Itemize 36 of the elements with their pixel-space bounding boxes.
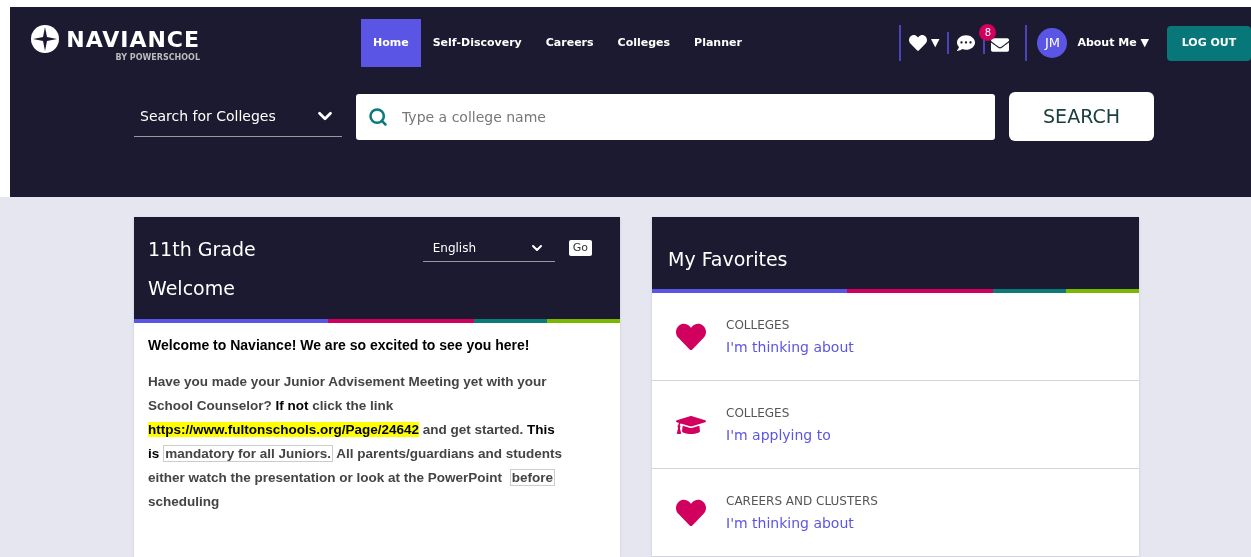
- search-icon: [368, 106, 388, 127]
- favorite-link[interactable]: I'm thinking about: [726, 512, 878, 534]
- about-me-menu[interactable]: About Me ▼: [1077, 34, 1149, 52]
- search-field[interactable]: Type a college name: [356, 93, 995, 140]
- nav-tab[interactable]: Colleges: [605, 19, 683, 68]
- heart-icon: [676, 497, 706, 528]
- card-title: Welcome: [148, 275, 236, 301]
- nav-tab[interactable]: Self-Discovery: [420, 19, 534, 68]
- favorite-category: CAREERS AND CLUSTERS: [726, 492, 878, 510]
- notification-badge: 8: [979, 24, 997, 42]
- brand-name: NAVIANCE: [66, 25, 200, 53]
- welcome-paragraph: Have you made your Junior Advisement Meeting yet with your School Counselor? If not click the link https://www.fultonschools.org/Page/24642 and get started. This is mandatory for all Juniors. All parents/guardians and students either watch the presentation or look at the PowerPoint before scheduling: [148, 373, 564, 511]
- mail-icon[interactable]: [991, 36, 1010, 55]
- logout-button[interactable]: LOG OUT: [1167, 25, 1251, 61]
- brand-subtitle: BY POWERSCHOOL: [115, 51, 200, 64]
- search-button[interactable]: SEARCH: [1009, 92, 1154, 142]
- go-button[interactable]: Go: [568, 240, 592, 256]
- search-scope-dropdown[interactable]: Search for Colleges: [134, 96, 342, 137]
- language-dropdown[interactable]: English: [422, 235, 555, 262]
- favorite-link[interactable]: I'm thinking about: [726, 336, 854, 358]
- favorite-category: COLLEGES: [726, 316, 791, 334]
- favorite-link[interactable]: I'm applying to: [726, 424, 831, 446]
- nav-tab[interactable]: Planner: [682, 19, 754, 68]
- compass-logo-icon: [30, 24, 61, 55]
- counselor-link[interactable]: https://www.fultonschools.org/Page/24642: [148, 422, 420, 437]
- heart-icon: [676, 321, 706, 352]
- card-title: My Favorites: [668, 246, 788, 272]
- welcome-heading: Welcome to Naviance! We are so excited to see you here!: [148, 336, 531, 355]
- favorite-category: COLLEGES: [726, 404, 791, 422]
- nav-tab[interactable]: Careers: [533, 19, 606, 68]
- card-title: 11th Grade: [148, 237, 256, 262]
- nav-tab[interactable]: Home: [361, 19, 421, 68]
- user-avatar[interactable]: JM: [1037, 28, 1068, 59]
- chat-icon[interactable]: [957, 34, 976, 53]
- heart-icon: [908, 34, 927, 53]
- favorites-menu[interactable]: ▼: [900, 34, 948, 53]
